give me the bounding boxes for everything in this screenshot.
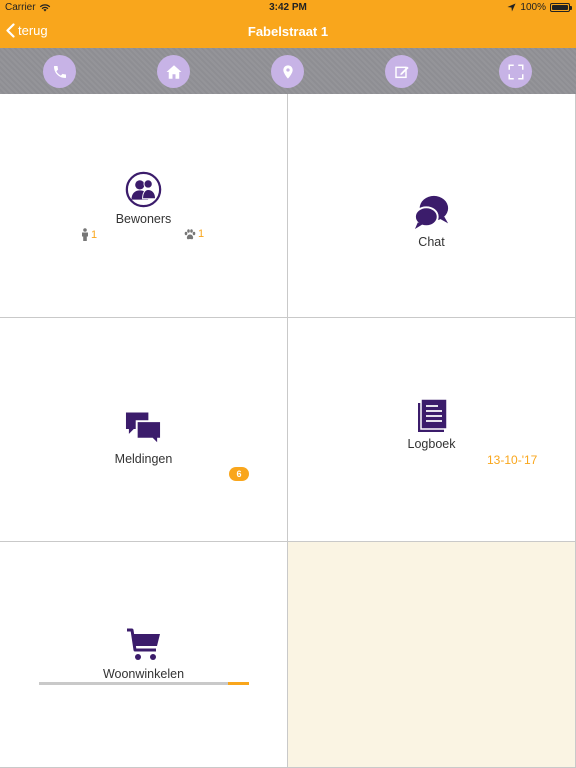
shopping-cart-icon	[127, 628, 160, 660]
back-button[interactable]: terug	[6, 23, 48, 38]
pets-count-value: 1	[198, 228, 205, 240]
logbook-icon	[418, 398, 448, 432]
chevron-left-icon	[6, 23, 15, 38]
home-icon	[166, 64, 181, 79]
phone-icon	[53, 65, 66, 78]
status-right: 100%	[507, 2, 572, 13]
tile-logboek[interactable]: Logboek 13-10-'17	[288, 318, 576, 542]
status-bar: Carrier 3:42 PM 100%	[0, 0, 576, 16]
battery-percentage: 100%	[520, 2, 546, 13]
tile-meldingen[interactable]: Meldingen 6	[0, 318, 288, 542]
meldingen-label: Meldingen	[114, 452, 173, 466]
tile-bewoners[interactable]: Bewoners 1 1	[0, 94, 288, 318]
dashboard-grid: Bewoners 1 1 Chat Meldingen 6 Logboek 13…	[0, 94, 576, 768]
meldingen-badge: 6	[229, 467, 249, 481]
bewoners-label: Bewoners	[115, 212, 172, 226]
home-button[interactable]	[157, 55, 190, 88]
woonwinkelen-label: Woonwinkelen	[102, 667, 185, 681]
residents-icon	[125, 171, 162, 208]
location-button[interactable]	[271, 55, 304, 88]
battery-icon	[550, 3, 572, 12]
pets-count: 1	[184, 228, 204, 240]
chat-icon	[414, 195, 449, 230]
location-pin-icon	[282, 64, 293, 79]
status-time: 3:42 PM	[269, 2, 307, 13]
paw-icon	[184, 228, 196, 239]
person-icon	[82, 228, 88, 241]
woonwinkelen-progress-fill	[228, 682, 249, 685]
residents-count-value: 1	[91, 228, 98, 241]
residents-count: 1	[81, 228, 97, 241]
action-toolbar	[0, 48, 576, 94]
logboek-label: Logboek	[407, 437, 456, 451]
back-label: terug	[18, 23, 48, 38]
edit-icon	[394, 66, 409, 78]
location-arrow-icon	[507, 3, 516, 12]
notifications-icon	[125, 412, 162, 447]
tile-chat[interactable]: Chat	[288, 94, 576, 318]
chat-label: Chat	[418, 235, 445, 249]
call-button[interactable]	[43, 55, 76, 88]
edit-button[interactable]	[385, 55, 418, 88]
fullscreen-button[interactable]	[499, 55, 532, 88]
woonwinkelen-progress-bar	[39, 682, 249, 685]
page-title: Fabelstraat 1	[247, 24, 329, 39]
logboek-date: 13-10-'17	[487, 453, 538, 467]
tile-empty	[288, 542, 576, 768]
fullscreen-icon	[508, 64, 523, 79]
tile-woonwinkelen[interactable]: Woonwinkelen	[0, 542, 288, 768]
navigation-bar: terug Fabelstraat 1	[0, 16, 576, 48]
